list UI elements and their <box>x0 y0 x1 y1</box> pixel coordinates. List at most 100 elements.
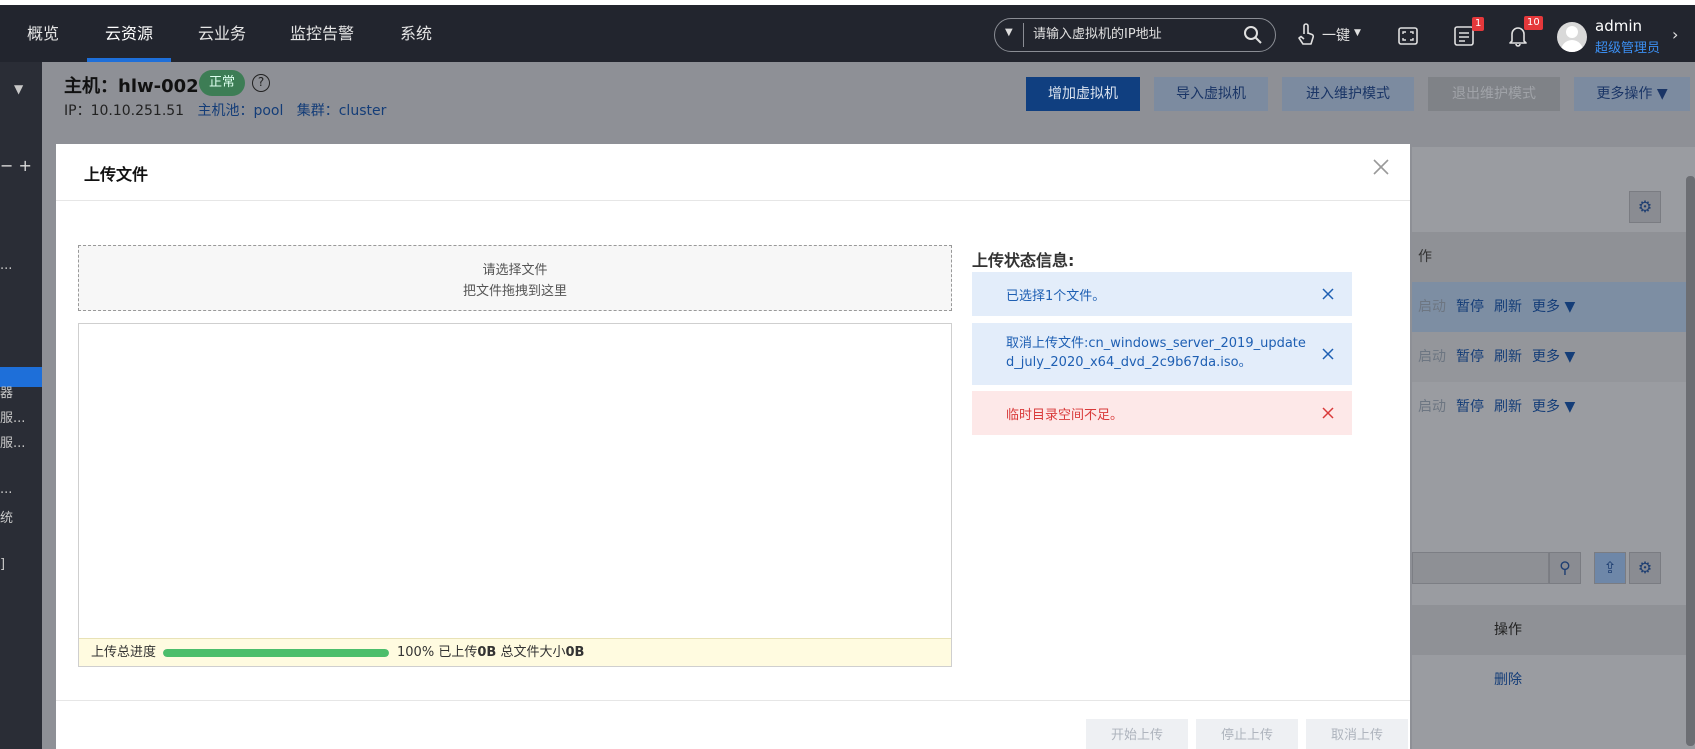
file-drop-zone[interactable]: 请选择文件 把文件拖拽到这里 <box>78 245 952 311</box>
row-start-action: 启动 <box>1418 299 1446 315</box>
one-key-chevron-down-icon[interactable]: ▼ <box>1354 28 1361 38</box>
row-refresh-action[interactable]: 刷新 <box>1494 332 1522 382</box>
touch-hand-icon[interactable] <box>1296 22 1316 48</box>
total-size-value: 0B <box>565 645 585 660</box>
sidebar-item-label[interactable]: 器 <box>0 382 13 401</box>
row-refresh-action[interactable]: 刷新 <box>1494 382 1522 432</box>
sidebar-item-label[interactable]: ... <box>0 482 12 497</box>
stop-upload-button[interactable]: 停止上传 <box>1196 719 1298 749</box>
progress-track <box>163 649 389 657</box>
lower-table-header: 操作 <box>1412 605 1687 655</box>
sidebar-item-truncated-a[interactable]: ... <box>0 258 12 273</box>
nav-item-cloud-resources[interactable]: 云资源 <box>86 5 172 62</box>
ip-label: IP： <box>64 103 91 119</box>
row-refresh-action[interactable]: 刷新 <box>1494 282 1522 332</box>
nav-item-cloud-business[interactable]: 云业务 <box>198 5 246 62</box>
sidebar-item-label[interactable]: 统 <box>0 507 13 526</box>
row-more-action[interactable]: 更多 ▼ <box>1532 332 1575 382</box>
add-vm-button[interactable]: 增加虚拟机 <box>1026 77 1140 111</box>
sidebar-zoom-controls-icon[interactable]: − + <box>0 156 32 175</box>
avatar[interactable] <box>1557 22 1587 52</box>
lower-delete-action[interactable]: 删除 <box>1494 655 1522 705</box>
alert-count-badge: 10 <box>1524 16 1543 30</box>
cluster-label: 集群： <box>296 103 339 119</box>
left-sidebar: ▼ − + ... 器 服... 服... ... 统 ] <box>0 62 42 749</box>
table-header: 作 <box>1412 232 1687 282</box>
upload-icon[interactable]: ⇪ <box>1594 552 1626 584</box>
vm-table-panel: ⚙ 作 启动 暂停 刷新 更多 ▼ 启动 暂停 刷新 更多 ▼ 启动 暂停 刷新… <box>1412 147 1695 749</box>
dismiss-close-icon[interactable] <box>1322 348 1334 360</box>
status-message-text: 临时目录空间不足。 <box>1006 408 1124 423</box>
dismiss-close-icon[interactable] <box>1322 407 1334 419</box>
nav-item-system[interactable]: 系统 <box>400 5 432 62</box>
table-settings-gear-icon[interactable]: ⚙ <box>1629 191 1661 223</box>
uploaded-value: 0B <box>477 645 497 660</box>
page-title: 主机：hlw-002 <box>64 76 199 97</box>
fullscreen-icon[interactable] <box>1398 27 1418 45</box>
pool-label: 主机池： <box>197 103 254 119</box>
status-message-text: 已选择1个文件。 <box>1006 289 1106 304</box>
enter-maintenance-button[interactable]: 进入维护模式 <box>1282 77 1414 111</box>
dialog-header-divider <box>56 200 1410 201</box>
progress-fill <box>163 649 389 657</box>
page-scrollbar[interactable] <box>1686 176 1695 746</box>
nav-item-monitoring[interactable]: 监控告警 <box>290 5 354 62</box>
task-list-icon[interactable] <box>1454 26 1474 46</box>
cancel-upload-button[interactable]: 取消上传 <box>1306 719 1408 749</box>
search-separator <box>1023 23 1024 47</box>
row-more-label: 更多 <box>1532 399 1560 415</box>
user-name[interactable]: admin <box>1595 17 1642 35</box>
nav-item-overview[interactable]: 概览 <box>27 5 59 62</box>
one-key-menu[interactable]: 一键 <box>1322 25 1350 45</box>
host-pool-link[interactable]: pool <box>253 103 283 119</box>
row-pause-action[interactable]: 暂停 <box>1456 382 1484 432</box>
sidebar-item-label[interactable]: 服... <box>0 407 25 426</box>
sidebar-item-label[interactable]: 服... <box>0 432 25 451</box>
status-message-text: 取消上传文件:cn_windows_server_2019_updated_ju… <box>1006 336 1306 370</box>
sidebar-collapse-caret-icon[interactable]: ▼ <box>14 82 23 96</box>
lower-header-action: 操作 <box>1494 622 1522 638</box>
select-file-prompt[interactable]: 请选择文件 <box>79 259 951 278</box>
lower-search-input[interactable] <box>1412 552 1549 584</box>
user-menu-chevron-right-icon[interactable]: › <box>1672 25 1678 44</box>
table-row[interactable]: 启动 暂停 刷新 更多 ▼ <box>1412 382 1687 432</box>
ip-search-box[interactable]: ▼ 请输入虚拟机的IP地址 <box>994 18 1276 52</box>
drag-here-hint: 把文件拖拽到这里 <box>462 284 567 299</box>
lower-settings-gear-icon[interactable]: ⚙ <box>1629 552 1661 584</box>
file-list-area: 上传总进度 100% 已上传0B 总文件大小0B <box>78 323 952 667</box>
dismiss-close-icon[interactable] <box>1322 288 1334 300</box>
search-dropdown-caret-icon[interactable]: ▼ <box>1005 27 1013 38</box>
start-upload-button[interactable]: 开始上传 <box>1086 719 1188 749</box>
table-header-action: 作 <box>1418 249 1432 265</box>
row-more-action[interactable]: 更多 ▼ <box>1532 282 1575 332</box>
status-message-error: 临时目录空间不足。 <box>972 391 1352 435</box>
host-cluster-link[interactable]: cluster <box>339 103 387 119</box>
table-row[interactable]: 启动 暂停 刷新 更多 ▼ <box>1412 282 1687 332</box>
row-start-action: 启动 <box>1418 399 1446 415</box>
row-more-action[interactable]: 更多 ▼ <box>1532 382 1575 432</box>
task-count-badge: 1 <box>1472 17 1485 31</box>
search-input[interactable]: 请输入虚拟机的IP地址 <box>1033 19 1162 51</box>
row-pause-action[interactable]: 暂停 <box>1456 332 1484 382</box>
host-ip: 10.10.251.51 <box>90 103 185 119</box>
dialog-title: 上传文件 <box>84 165 149 184</box>
total-progress-row: 上传总进度 100% 已上传0B 总文件大小0B <box>79 638 951 666</box>
row-start-action: 启动 <box>1418 349 1446 365</box>
sidebar-item-label[interactable]: ] <box>0 557 5 572</box>
more-actions-button[interactable]: 更多操作 ▼ <box>1574 77 1690 111</box>
help-icon[interactable]: ? <box>252 74 270 92</box>
status-message-info: 已选择1个文件。 <box>972 272 1352 316</box>
status-message-info: 取消上传文件:cn_windows_server_2019_updated_ju… <box>972 323 1352 385</box>
import-vm-button[interactable]: 导入虚拟机 <box>1154 77 1268 111</box>
user-role[interactable]: 超级管理员 <box>1595 37 1660 56</box>
close-icon[interactable] <box>1370 156 1392 178</box>
row-pause-action[interactable]: 暂停 <box>1456 282 1484 332</box>
row-more-label: 更多 <box>1532 349 1560 365</box>
table-row[interactable]: 启动 暂停 刷新 更多 ▼ <box>1412 332 1687 382</box>
status-badge: 正常 <box>199 70 246 96</box>
lower-table-row[interactable]: 删除 <box>1412 655 1687 705</box>
upload-file-dialog: 上传文件 请选择文件 把文件拖拽到这里 上传总进度 100% 已上传0B 总文件… <box>56 144 1410 749</box>
search-icon[interactable] <box>1243 25 1263 45</box>
top-nav-bar: 概览 云资源 云业务 监控告警 系统 ▼ 请输入虚拟机的IP地址 一键 ▼ 1 … <box>0 0 1695 62</box>
lower-search-icon[interactable]: ⚲ <box>1549 552 1581 584</box>
